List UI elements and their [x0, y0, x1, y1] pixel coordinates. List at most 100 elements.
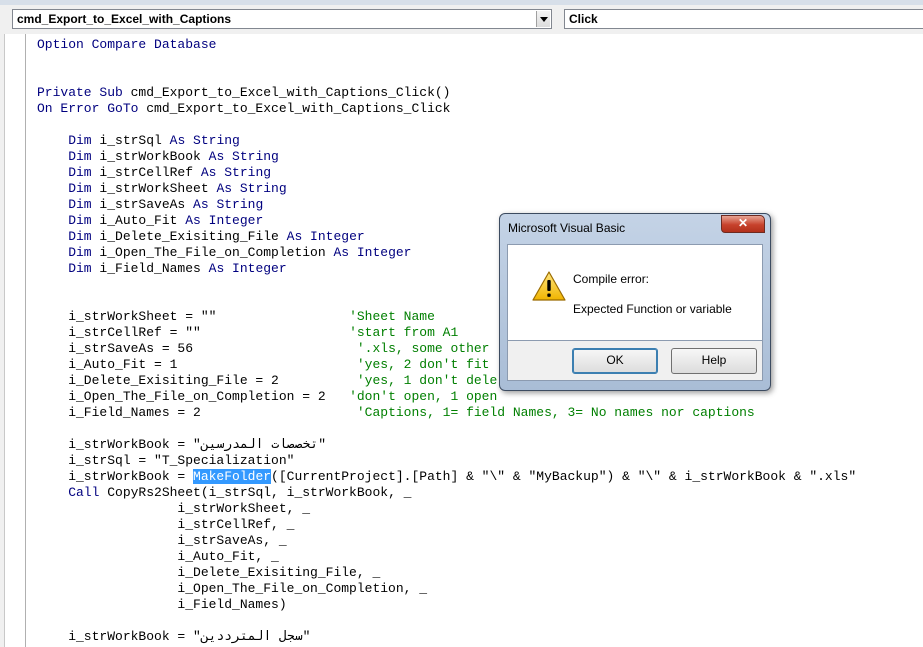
code-text: i_Open_The_File_on_Completion = 2 — [37, 389, 350, 404]
code-line[interactable] — [37, 53, 923, 69]
code-line[interactable] — [37, 277, 923, 293]
chevron-down-icon[interactable] — [536, 11, 550, 27]
close-button[interactable]: ✕ — [721, 215, 765, 233]
code-comment: 'yes, 1 don't dele — [356, 373, 498, 388]
code-line[interactable] — [37, 117, 923, 133]
code-keyword: Call — [37, 485, 108, 500]
code-line[interactable] — [37, 421, 923, 437]
code-editor[interactable]: Option Compare Database Private Sub cmd_E… — [0, 34, 923, 647]
ok-button[interactable]: OK — [572, 348, 658, 374]
procedure-combobox-value: Click — [569, 12, 598, 26]
code-line[interactable]: Dim i_strSaveAs As String — [37, 197, 923, 213]
code-keyword: As String — [200, 165, 272, 180]
code-text: i_strWorkBook = "سجل المترددين" — [37, 629, 311, 644]
code-line[interactable]: i_Delete_Exisiting_File = 2 'yes, 1 don'… — [37, 373, 923, 389]
compile-error-dialog: Microsoft Visual Basic ✕ Compile error: … — [499, 213, 771, 391]
code-line[interactable]: Option Compare Database — [37, 37, 923, 53]
code-line[interactable]: i_strWorkSheet = "" 'Sheet Name — [37, 309, 923, 325]
code-line[interactable]: i_strCellRef, _ — [37, 517, 923, 533]
code-line[interactable]: Dim i_strSql As String — [37, 133, 923, 149]
code-text: i_strSql = "T_Specialization" — [37, 453, 295, 468]
code-text: i_strCellRef = "" — [37, 325, 350, 340]
code-line[interactable]: Dim i_Field_Names As Integer — [37, 261, 923, 277]
help-button[interactable]: Help — [671, 348, 757, 374]
code-text: i_Delete_Exisiting_File — [99, 229, 287, 244]
warning-icon — [532, 271, 566, 301]
code-comment: 'Sheet Name — [349, 309, 435, 324]
code-text: i_strSaveAs — [99, 197, 194, 212]
dialog-title: Microsoft Visual Basic — [508, 221, 626, 235]
object-combobox[interactable]: cmd_Export_to_Excel_with_Captions — [12, 9, 552, 29]
code-line[interactable]: i_strWorkBook = "تخصصات المدرسين" — [37, 437, 923, 453]
code-comment: 'yes, 2 don't fit — [356, 357, 490, 372]
code-line[interactable] — [37, 293, 923, 309]
code-text: i_Field_Names — [99, 261, 209, 276]
code-keyword: As String — [193, 197, 264, 212]
code-text: i_strWorkBook = — [37, 469, 194, 484]
code-text: i_strWorkSheet — [99, 181, 217, 196]
code-line[interactable]: i_strSaveAs, _ — [37, 533, 923, 549]
code-line[interactable]: i_Delete_Exisiting_File, _ — [37, 565, 923, 581]
code-text: i_Auto_Fit — [99, 213, 186, 228]
code-keyword: Option Compare Database — [37, 37, 217, 52]
code-text-area[interactable]: Option Compare Database Private Sub cmd_E… — [37, 37, 923, 647]
code-text: i_strCellRef, _ — [37, 517, 295, 532]
code-line[interactable]: Dim i_strWorkSheet As String — [37, 181, 923, 197]
code-text: i_strSql — [99, 133, 170, 148]
code-text: i_strCellRef — [99, 165, 201, 180]
code-line[interactable]: i_strSql = "T_Specialization" — [37, 453, 923, 469]
code-line[interactable]: Call CopyRs2Sheet(i_strSql, i_strWorkBoo… — [37, 485, 923, 501]
code-text: i_Field_Names = 2 — [37, 405, 357, 420]
code-line[interactable]: i_Open_The_File_on_Completion = 2 'don't… — [37, 389, 923, 405]
code-comment: 'start from A1 — [349, 325, 459, 340]
code-line[interactable]: i_Field_Names = 2 'Captions, 1= field Na… — [37, 405, 923, 421]
code-keyword: Dim — [37, 213, 100, 228]
code-line[interactable]: Private Sub cmd_Export_to_Excel_with_Cap… — [37, 85, 923, 101]
code-line[interactable]: Dim i_Auto_Fit As Integer — [37, 213, 923, 229]
close-icon: ✕ — [737, 216, 749, 230]
margin-indicator-bar[interactable] — [5, 34, 26, 647]
code-text: i_strWorkSheet, _ — [37, 501, 311, 516]
selected-code-token: MakeFolder — [193, 469, 272, 484]
code-line[interactable]: Dim i_strCellRef As String — [37, 165, 923, 181]
dialog-message-area: Compile error: Expected Function or vari… — [507, 244, 763, 341]
code-text: i_Auto_Fit, _ — [37, 549, 279, 564]
code-line[interactable] — [37, 69, 923, 85]
code-keyword: Dim — [37, 229, 100, 244]
code-line[interactable]: i_Open_The_File_on_Completion, _ — [37, 581, 923, 597]
code-line[interactable]: On Error GoTo cmd_Export_to_Excel_with_C… — [37, 101, 923, 117]
code-keyword: As String — [169, 133, 240, 148]
code-keyword: Dim — [37, 133, 100, 148]
code-text: i_Open_The_File_on_Completion, _ — [37, 581, 428, 596]
code-line[interactable]: Dim i_strWorkBook As String — [37, 149, 923, 165]
code-line[interactable]: i_Auto_Fit = 1 'yes, 2 don't fit — [37, 357, 923, 373]
code-line[interactable]: i_Field_Names) — [37, 597, 923, 613]
code-line[interactable]: Dim i_Open_The_File_on_Completion As Int… — [37, 245, 923, 261]
code-keyword: As Integer — [208, 261, 287, 276]
code-line[interactable] — [37, 613, 923, 629]
code-text: i_strWorkBook — [99, 149, 209, 164]
code-text: i_strSaveAs = 56 — [37, 341, 357, 356]
code-line[interactable]: i_strWorkBook = MakeFolder([CurrentProje… — [37, 469, 923, 485]
code-keyword: As Integer — [185, 213, 264, 228]
code-line[interactable]: i_strSaveAs = 56 '.xls, some other — [37, 341, 923, 357]
code-keyword: Dim — [37, 149, 100, 164]
dialog-button-bar: OK Help — [507, 341, 763, 381]
code-text: CopyRs2Sheet(i_strSql, i_strWorkBook, _ — [107, 485, 412, 500]
code-comment: 'don't open, 1 open — [349, 389, 498, 404]
code-text: i_Delete_Exisiting_File, _ — [37, 565, 381, 580]
code-text: cmd_Export_to_Excel_with_Captions_Click — [146, 101, 451, 116]
error-detail: Expected Function or variable — [573, 302, 732, 316]
code-line[interactable]: i_Auto_Fit, _ — [37, 549, 923, 565]
code-keyword: Dim — [37, 245, 100, 260]
code-line[interactable]: i_strCellRef = "" 'start from A1 — [37, 325, 923, 341]
code-keyword: As String — [216, 181, 287, 196]
code-line[interactable]: Dim i_Delete_Exisiting_File As Integer — [37, 229, 923, 245]
code-keyword: As Integer — [333, 245, 412, 260]
code-line[interactable]: i_strWorkBook = "سجل المترددين" — [37, 629, 923, 645]
procedure-combobox[interactable]: Click — [564, 9, 923, 29]
object-combobox-value: cmd_Export_to_Excel_with_Captions — [17, 12, 232, 26]
code-keyword: Dim — [37, 197, 100, 212]
code-text: i_strSaveAs, _ — [37, 533, 287, 548]
code-line[interactable]: i_strWorkSheet, _ — [37, 501, 923, 517]
